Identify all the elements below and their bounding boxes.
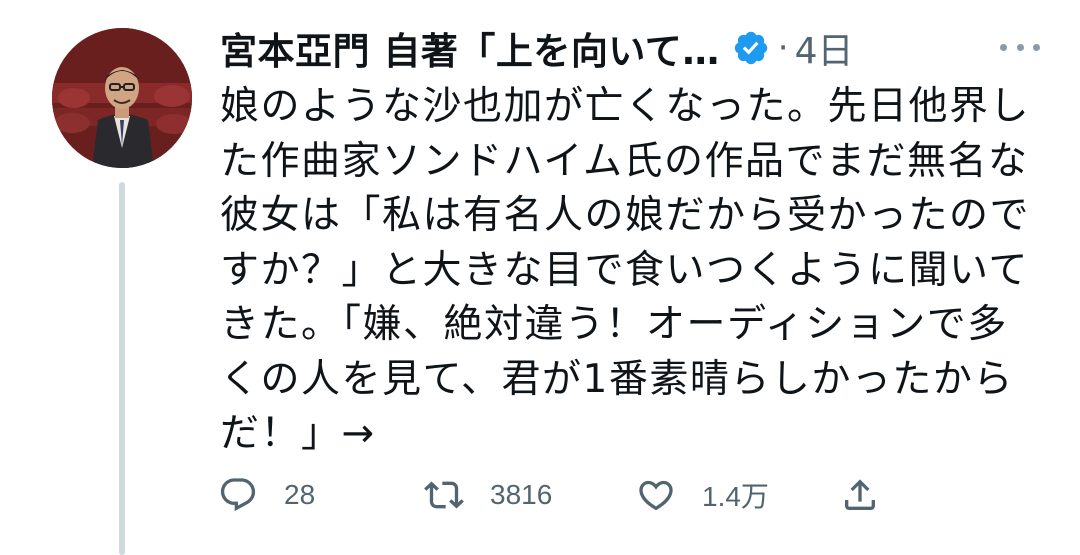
thread-connector-line (119, 182, 125, 555)
avatar[interactable] (52, 28, 192, 168)
like-count: 1.4万 (702, 481, 769, 512)
verified-badge-icon (734, 31, 768, 65)
reply-count: 28 (284, 479, 316, 510)
more-dot (1000, 43, 1007, 51)
reply-icon (220, 478, 256, 512)
display-name[interactable]: 宮本亞門 自著「上を向いて… (220, 21, 720, 75)
retweet-count: 3816 (490, 479, 553, 510)
tweet-header: 宮本亞門 自著「上を向いて… · 4日 (220, 22, 1060, 74)
avatar-photo (52, 28, 192, 168)
more-dot (1033, 43, 1040, 51)
like-icon (639, 480, 673, 511)
tweet-text: 娘のような沙也加が亡くなった。先日他界した作曲家ソンドハイム氏の作品でまだ無名な… (220, 84, 1031, 456)
tweet-actions: 28 3816 1.4万 (218, 470, 918, 520)
header-separator: · (777, 28, 789, 68)
more-dot (1016, 43, 1024, 51)
share-button[interactable] (840, 470, 880, 520)
more-options-icon[interactable] (1000, 32, 1040, 62)
reply-button[interactable]: 28 (218, 470, 315, 520)
like-button[interactable]: 1.4万 (636, 470, 769, 520)
retweet-icon (424, 481, 464, 509)
share-icon (845, 479, 875, 510)
tweet-timestamp[interactable]: 4日 (795, 22, 854, 74)
retweet-button[interactable]: 3816 (424, 470, 552, 520)
